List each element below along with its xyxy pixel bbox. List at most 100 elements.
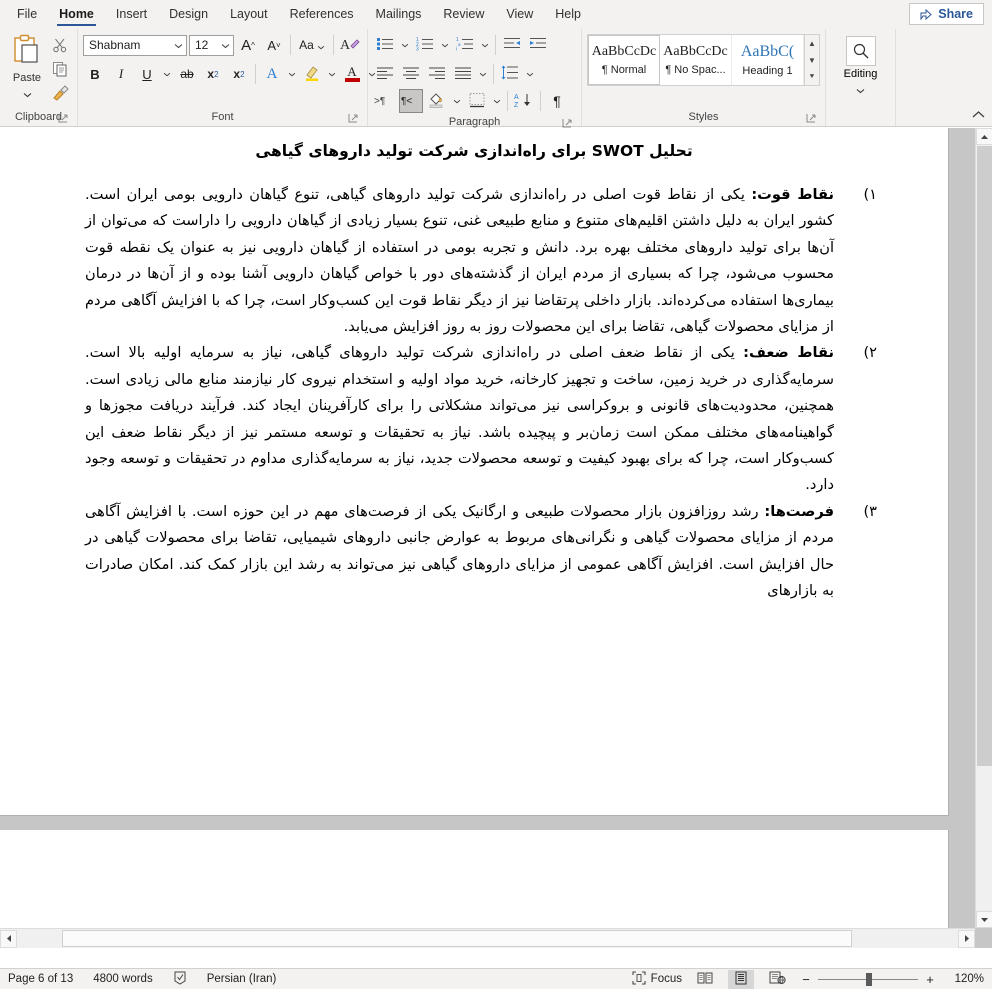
grow-font-label: A bbox=[241, 36, 252, 54]
change-case-button[interactable]: Aa bbox=[295, 33, 329, 57]
align-center-button[interactable] bbox=[399, 62, 423, 86]
shading-button[interactable] bbox=[425, 89, 449, 113]
underline-dropdown[interactable] bbox=[161, 63, 173, 85]
editing-button[interactable]: Editing bbox=[831, 32, 890, 94]
shading-dropdown[interactable] bbox=[451, 90, 463, 112]
clear-formatting-button[interactable]: A bbox=[338, 33, 362, 57]
paste-button[interactable]: Paste bbox=[5, 32, 49, 98]
multilevel-list-dropdown[interactable] bbox=[479, 34, 491, 56]
scroll-down-button[interactable] bbox=[976, 911, 992, 928]
scroll-right-button[interactable] bbox=[958, 929, 975, 948]
increase-indent-button[interactable] bbox=[526, 33, 550, 57]
tab-review[interactable]: Review bbox=[432, 3, 495, 29]
align-left-button[interactable] bbox=[373, 62, 397, 86]
style-normal[interactable]: AaBbCcDc ¶ Normal bbox=[588, 35, 660, 85]
tab-layout[interactable]: Layout bbox=[219, 3, 279, 29]
tab-insert[interactable]: Insert bbox=[105, 3, 158, 29]
tab-label: Home bbox=[59, 7, 94, 21]
chevron-down-icon bbox=[23, 85, 32, 98]
font-dialog-launcher[interactable] bbox=[348, 113, 360, 125]
list-item[interactable]: ۳) فرصت‌ها: رشد روزافزون بازار محصولات ط… bbox=[85, 499, 877, 605]
scroll-up-button[interactable] bbox=[976, 128, 992, 145]
zoom-level[interactable]: 120% bbox=[946, 973, 984, 985]
horizontal-scroll-thumb[interactable] bbox=[62, 929, 852, 947]
proofing-status-button[interactable] bbox=[173, 971, 187, 988]
styles-more-button[interactable]: ⯆ bbox=[805, 69, 819, 85]
bullets-dropdown[interactable] bbox=[399, 34, 411, 56]
zoom-out-button[interactable]: − bbox=[800, 972, 812, 987]
clipboard-dialog-launcher[interactable] bbox=[58, 113, 70, 125]
text-effects-dropdown[interactable] bbox=[286, 63, 298, 85]
bold-button[interactable]: B bbox=[83, 62, 107, 86]
text-effects-button[interactable]: A bbox=[260, 62, 284, 86]
show-formatting-marks-button[interactable]: ¶ bbox=[545, 89, 569, 113]
align-dropdown[interactable] bbox=[477, 63, 489, 85]
tab-view[interactable]: View bbox=[495, 3, 544, 29]
highlight-button[interactable] bbox=[300, 62, 324, 86]
shrink-font-button[interactable]: A ˅ bbox=[262, 33, 286, 57]
share-button[interactable]: Share bbox=[909, 3, 984, 25]
numbering-dropdown[interactable] bbox=[439, 34, 451, 56]
web-layout-button[interactable] bbox=[764, 970, 790, 989]
font-color-button[interactable]: A bbox=[340, 62, 364, 86]
justify-button[interactable] bbox=[451, 62, 475, 86]
tab-help[interactable]: Help bbox=[544, 3, 592, 29]
vertical-scrollbar[interactable] bbox=[975, 128, 992, 928]
styles-scroll-down-button[interactable]: ▼ bbox=[805, 52, 819, 68]
zoom-track[interactable] bbox=[818, 972, 918, 986]
style-no-spacing[interactable]: AaBbCcDc ¶ No Spac... bbox=[660, 35, 732, 85]
list-item[interactable]: ۱) نقاط قوت: یکی از نقاط قوت اصلی در راه… bbox=[85, 182, 877, 340]
underline-button[interactable]: U bbox=[135, 62, 159, 86]
borders-dropdown[interactable] bbox=[491, 90, 503, 112]
font-name-combo[interactable]: Shabnam bbox=[83, 34, 187, 56]
borders-button[interactable] bbox=[465, 89, 489, 113]
strikethrough-button[interactable]: ab bbox=[175, 62, 199, 86]
multilevel-list-button[interactable]: 1ai bbox=[453, 33, 477, 57]
ltr-text-direction-button[interactable]: >¶ bbox=[373, 89, 397, 113]
zoom-thumb[interactable] bbox=[866, 972, 872, 986]
numbering-button[interactable]: 123 bbox=[413, 33, 437, 57]
print-layout-button[interactable] bbox=[728, 969, 754, 989]
subscript-button[interactable]: x2 bbox=[201, 62, 225, 86]
tab-references[interactable]: References bbox=[279, 3, 365, 29]
format-painter-button[interactable] bbox=[49, 84, 71, 106]
copy-button[interactable] bbox=[49, 60, 71, 82]
bullets-button[interactable] bbox=[373, 33, 397, 57]
superscript-button[interactable]: x2 bbox=[227, 62, 251, 86]
align-right-button[interactable] bbox=[425, 62, 449, 86]
font-name-value: Shabnam bbox=[89, 38, 141, 52]
scroll-left-button[interactable] bbox=[0, 929, 17, 948]
style-heading-1[interactable]: AaBbC( Heading 1 bbox=[732, 35, 804, 85]
word-count[interactable]: 4800 words bbox=[93, 973, 152, 985]
highlight-dropdown[interactable] bbox=[326, 63, 338, 85]
decrease-indent-button[interactable] bbox=[500, 33, 524, 57]
horizontal-scrollbar[interactable] bbox=[0, 928, 975, 948]
page-indicator[interactable]: Page 6 of 13 bbox=[8, 973, 73, 985]
document-page-1[interactable]: تحلیل SWOT برای راه‌اندازی شرکت تولید دا… bbox=[0, 128, 949, 816]
read-mode-button[interactable] bbox=[692, 970, 718, 989]
zoom-in-button[interactable]: + bbox=[924, 972, 936, 987]
styles-scroll-up-button[interactable]: ▲ bbox=[805, 35, 819, 51]
language-indicator[interactable]: Persian (Iran) bbox=[207, 973, 277, 985]
vertical-scroll-thumb[interactable] bbox=[977, 146, 992, 766]
focus-mode-button[interactable]: Focus bbox=[632, 970, 682, 988]
tab-home[interactable]: Home bbox=[48, 3, 105, 29]
align-left-icon bbox=[376, 66, 394, 83]
cut-button[interactable] bbox=[49, 36, 71, 58]
collapse-ribbon-button[interactable] bbox=[970, 106, 986, 122]
tab-file[interactable]: File bbox=[6, 3, 48, 29]
styles-dialog-launcher[interactable] bbox=[806, 113, 818, 125]
rtl-text-direction-button[interactable]: ¶< bbox=[399, 89, 423, 113]
font-size-combo[interactable]: 12 bbox=[189, 34, 234, 56]
line-spacing-button[interactable] bbox=[498, 62, 522, 86]
horizontal-scroll-track[interactable] bbox=[17, 929, 958, 948]
line-spacing-dropdown[interactable] bbox=[524, 63, 536, 85]
list-marker: ۳) bbox=[863, 502, 877, 520]
list-item[interactable]: ۲) نقاط ضعف: یکی از نقاط ضعف اصلی در راه… bbox=[85, 340, 877, 498]
sort-button[interactable]: AZ bbox=[512, 89, 536, 113]
grow-font-button[interactable]: A ^ bbox=[236, 33, 260, 57]
tab-design[interactable]: Design bbox=[158, 3, 219, 29]
zoom-slider[interactable]: − + bbox=[800, 972, 936, 987]
italic-button[interactable]: I bbox=[109, 62, 133, 86]
tab-mailings[interactable]: Mailings bbox=[365, 3, 433, 29]
